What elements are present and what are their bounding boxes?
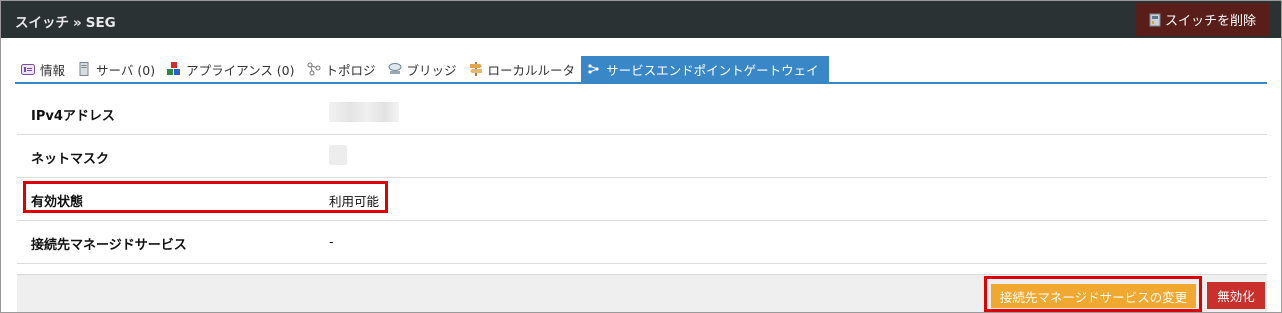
tab-local-router-label: ローカルルータ [487,62,576,78]
topology-icon [307,62,321,76]
disable-button[interactable]: 無効化 [1207,282,1265,309]
status-label: 有効状態 [31,195,84,210]
tab-bridge-label: ブリッジ [406,62,457,78]
tab-bar: 情報 サーバ (0) アプライアンス (0) トポロジ ブリッジ ローカルルータ… [15,56,829,82]
gateway-icon [587,62,601,76]
details-table: IPv4アドレス ネットマスク 有効状態 利用可能 接続先マネージドサービス - [17,92,1267,264]
page-header: スイッチ» SEG スイッチを削除 [1,1,1281,38]
tab-info-label: 情報 [40,62,66,78]
tab-underline [15,82,1267,84]
tab-info[interactable]: 情報 [15,56,71,82]
netmask-value-redacted [329,145,347,165]
delete-switch-button[interactable]: スイッチを削除 [1136,3,1269,36]
delete-switch-label: スイッチを削除 [1164,14,1256,29]
info-icon [21,62,35,76]
tab-local-router[interactable]: ローカルルータ [463,56,582,82]
netmask-label: ネットマスク [31,152,110,167]
tab-service-endpoint-gateway-label: サービスエンドポイントゲートウェイ [606,62,819,78]
tab-topology[interactable]: トポロジ [301,56,382,82]
breadcrumb-switch[interactable]: スイッチ [15,15,69,31]
change-managed-service-button[interactable]: 接続先マネージドサービスの変更 [991,284,1196,308]
appliance-icon [167,62,181,76]
managed-service-label: 接続先マネージドサービス [31,238,187,253]
table-row: IPv4アドレス [17,92,1267,135]
breadcrumb: スイッチ» SEG [15,11,116,31]
tab-servers[interactable]: サーバ (0) [71,56,161,82]
status-value: 利用可能 [329,194,380,209]
delete-icon [1149,13,1161,27]
router-icon [469,62,483,76]
breadcrumb-current: SEG [85,15,116,31]
ipv4-value-redacted [329,102,399,122]
tab-topology-label: トポロジ [325,62,376,78]
tab-service-endpoint-gateway[interactable]: サービスエンドポイントゲートウェイ [581,56,829,82]
table-row: ネットマスク [17,135,1267,178]
server-icon [77,62,91,76]
switch-detail-panel: スイッチ» SEG スイッチを削除 情報 サーバ (0) アプライアンス (0)… [0,0,1282,313]
tab-bridge[interactable]: ブリッジ [382,56,463,82]
table-row: 接続先マネージドサービス - [17,221,1267,264]
table-row: 有効状態 利用可能 [17,178,1267,221]
disable-label: 無効化 [1217,289,1255,304]
managed-service-value: - [329,234,334,249]
tab-servers-label: サーバ (0) [96,62,156,78]
breadcrumb-separator: » [73,15,82,31]
change-managed-service-label: 接続先マネージドサービスの変更 [999,289,1188,305]
ipv4-label: IPv4アドレス [31,109,115,124]
bridge-icon [388,62,402,76]
tab-appliances-label: アプライアンス (0) [186,62,295,78]
tab-appliances[interactable]: アプライアンス (0) [161,56,300,82]
